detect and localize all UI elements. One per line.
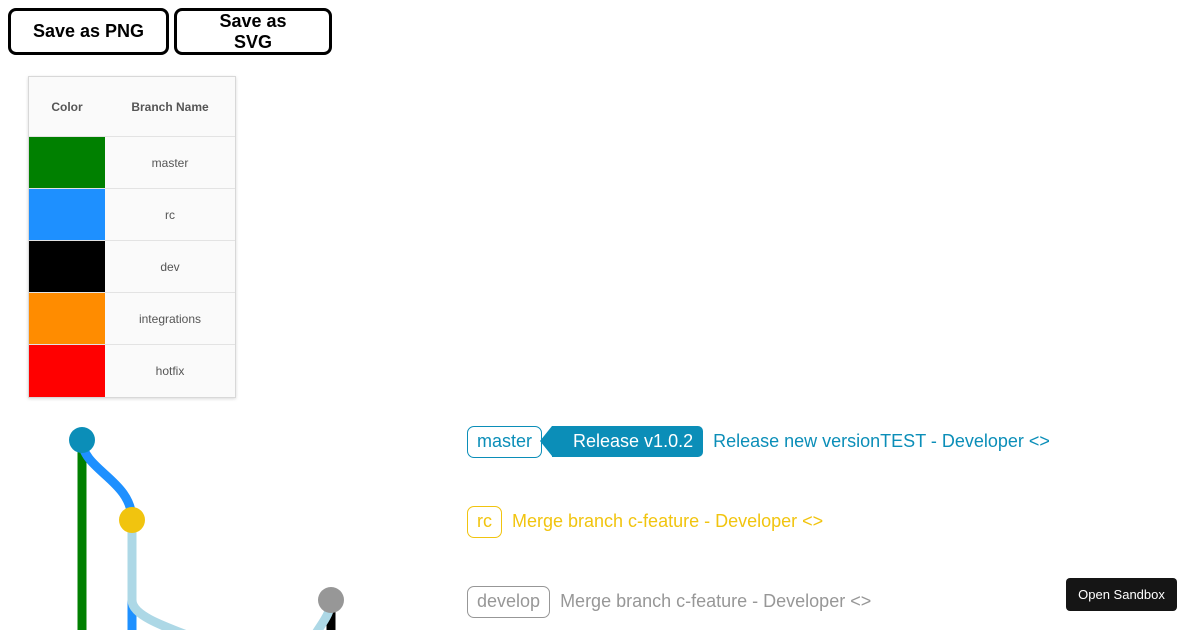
color-swatch (29, 345, 105, 397)
legend-branch-name: integrations (138, 311, 202, 326)
legend-header-branch-name: Branch Name (131, 99, 209, 114)
legend-row-hotfix: hotfix (29, 345, 235, 397)
legend-row-rc: rc (29, 189, 235, 241)
commit-dot-rc[interactable] (119, 507, 145, 533)
tag-label[interactable]: Release v1.0.2 (540, 426, 704, 457)
legend-branch-name: master (151, 155, 189, 170)
rc-merge-curve (77, 439, 137, 521)
legend-row-dev: dev (29, 241, 235, 293)
branch-label-master[interactable]: master (467, 425, 543, 458)
commit-message[interactable]: Merge branch c-feature - Developer <> (512, 511, 823, 532)
save-as-png-button[interactable]: Save as PNG (8, 8, 169, 55)
branch-label-rc[interactable]: rc (467, 505, 502, 538)
color-swatch (29, 137, 105, 188)
color-swatch (29, 241, 105, 292)
branch-label-develop[interactable]: develop (467, 585, 551, 618)
legend-header: Color Branch Name (29, 77, 235, 137)
open-sandbox-button[interactable]: Open Sandbox (1066, 578, 1177, 611)
legend-branch-name: rc (165, 207, 175, 222)
commit-message[interactable]: Release new versionTEST - Developer <> (713, 431, 1050, 452)
feature-branch-line (127, 520, 187, 630)
toolbar: Save as PNG Save as SVG (8, 8, 332, 55)
legend-branch-name: dev (160, 259, 180, 274)
branch-legend-table: Color Branch Name master rc dev integrat… (28, 76, 236, 398)
commit-dot-develop[interactable] (318, 587, 344, 613)
commit-message[interactable]: Merge branch c-feature - Developer <> (560, 591, 871, 612)
legend-branch-name: hotfix (155, 364, 185, 378)
commit-row-rc[interactable]: rc Merge branch c-feature - Developer <> (467, 505, 823, 538)
git-graph (69, 427, 344, 630)
save-as-svg-button[interactable]: Save as SVG (174, 8, 332, 55)
commit-row-develop[interactable]: develop Merge branch c-feature - Develop… (467, 585, 871, 618)
legend-row-master: master (29, 137, 235, 189)
commit-dot-master[interactable] (69, 427, 95, 453)
legend-header-color: Color (51, 99, 83, 114)
commit-row-master[interactable]: master Release v1.0.2 Release new versio… (467, 425, 1050, 458)
legend-row-integrations: integrations (29, 293, 235, 345)
color-swatch (29, 293, 105, 344)
color-swatch (29, 189, 105, 240)
